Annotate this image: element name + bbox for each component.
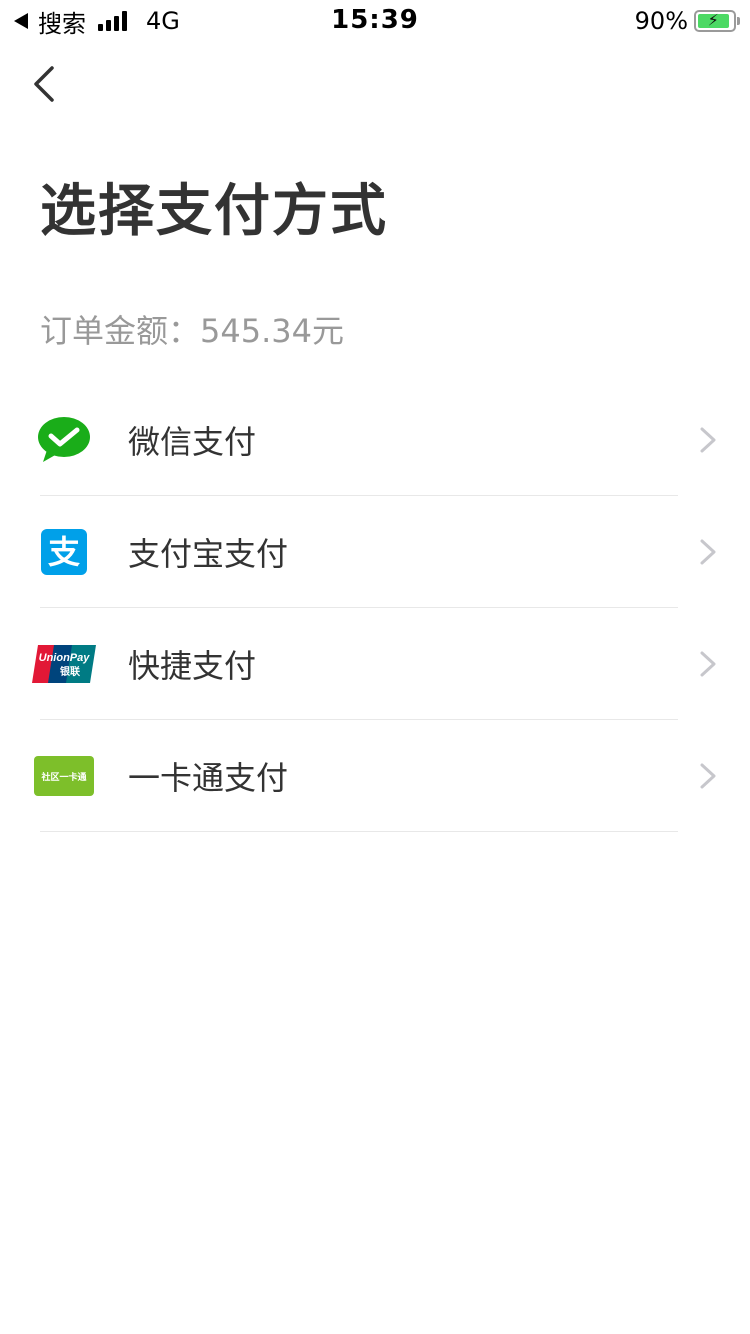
wechat-pay-icon	[38, 417, 90, 462]
order-amount: 订单金额：545.34元	[40, 312, 344, 350]
payment-option-label: 支付宝支付	[128, 535, 289, 573]
battery-icon: ⚡	[694, 10, 740, 32]
divider	[40, 831, 678, 832]
chevron-right-icon	[700, 763, 716, 789]
battery-level: ⚡	[698, 10, 729, 30]
charging-bolt-icon: ⚡	[707, 10, 719, 30]
alipay-icon: 支	[41, 529, 87, 575]
status-bar: 搜索 4G 15:39 90% ⚡	[0, 0, 750, 40]
unionpay-text: UnionPay	[39, 652, 91, 664]
unionpay-cn-text: 银联	[60, 665, 80, 678]
status-bar-right: 90% ⚡	[634, 6, 740, 36]
chevron-left-icon	[34, 66, 54, 102]
payment-option-wechat[interactable]: 微信支付	[0, 384, 750, 496]
payment-option-community-card[interactable]: 社区一卡通 一卡通支付	[0, 720, 750, 832]
payment-option-label: 一卡通支付	[128, 759, 289, 797]
payment-method-list: 微信支付 支 支付宝支付 UnionPay 银联 快捷支付 社区一卡通 一卡通支…	[0, 384, 750, 832]
chevron-right-icon	[700, 427, 716, 453]
battery-percent: 90%	[634, 7, 688, 35]
payment-option-unionpay[interactable]: UnionPay 银联 快捷支付	[0, 608, 750, 720]
page-title: 选择支付方式	[40, 179, 388, 244]
chevron-right-icon	[700, 539, 716, 565]
chevron-right-icon	[700, 651, 716, 677]
back-button[interactable]	[24, 60, 64, 108]
payment-option-label: 微信支付	[128, 423, 257, 461]
payment-option-label: 快捷支付	[128, 647, 257, 685]
unionpay-icon: UnionPay 银联	[32, 645, 96, 683]
payment-option-alipay[interactable]: 支 支付宝支付	[0, 496, 750, 608]
payment-method-screen: 搜索 4G 15:39 90% ⚡ 选择支付方式 订单金额：545.34元 微信…	[0, 0, 750, 1334]
community-card-icon: 社区一卡通	[34, 756, 94, 796]
